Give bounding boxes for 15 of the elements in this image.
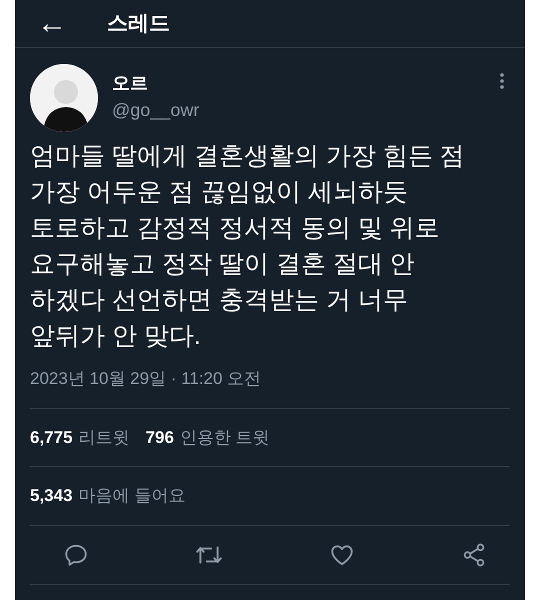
tweet-text: 엄마들 딸에게 결혼생활의 가장 힘든 점 가장 어두운 점 끊임없이 세뇌하듯 토로하고 감정적 정서적 동의 및 위로 요구해놓고 정작 딸이 결혼 절대 안 하겠다 선언하면 충격받는 거 너무 앞뒤가 안 맞다. <box>29 141 466 352</box>
display-name[interactable]: 오르 <box>112 70 485 97</box>
stat-label[interactable]: 리트윗 <box>78 424 130 450</box>
stat-label[interactable]: 인용한 트윗 <box>180 424 270 450</box>
page-title: 스레드 <box>107 10 170 37</box>
avatar[interactable] <box>30 64 98 132</box>
username[interactable]: @go__owr <box>112 97 485 124</box>
stat-count[interactable]: 796 <box>146 424 174 450</box>
timestamp: 2023년 10월 29일 · 11:20 오전 <box>29 368 262 390</box>
stat-count[interactable]: 6,775 <box>30 424 73 450</box>
stat-label[interactable]: 마음에 들어요 <box>78 483 186 508</box>
stat-count[interactable]: 5,343 <box>30 483 73 508</box>
more-icon[interactable] <box>499 72 505 90</box>
back-button[interactable]: ← <box>37 8 67 38</box>
share-icon[interactable] <box>461 542 487 568</box>
